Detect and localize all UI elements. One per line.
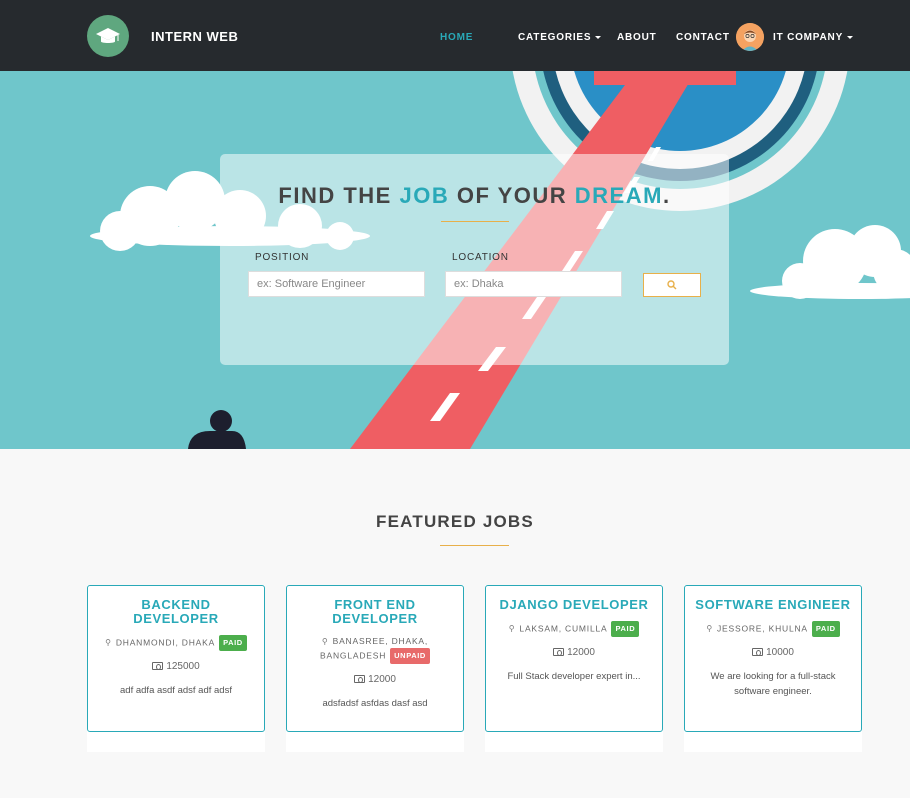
avatar[interactable] (736, 23, 764, 51)
graduation-cap-icon (96, 28, 120, 43)
money-icon (354, 675, 366, 684)
money-icon (553, 648, 565, 657)
featured-divider (440, 545, 509, 546)
job-location: ⚲ LAKSAM, CUMILLA PAID (486, 621, 662, 637)
position-label: POSITION (255, 252, 310, 263)
job-card-software-engineer[interactable]: SOFTWARE ENGINEER ⚲ JESSORE, KHULNA PAID 1… (684, 585, 862, 732)
job-title[interactable]: DJANGO DEVELOPER (486, 598, 662, 612)
map-marker-icon: ⚲ (706, 624, 713, 634)
job-card-backend-developer[interactable]: BACKEND DEVELOPER ⚲ DHANMONDI, DHAKA PAID … (87, 585, 265, 732)
hero-title: FIND THE JOB OF YOUR DREAM. (220, 183, 729, 209)
job-description: Full Stack developer expert in... (507, 671, 641, 682)
logo[interactable] (87, 15, 129, 57)
search-panel: FIND THE JOB OF YOUR DREAM. POSITION LOC… (220, 154, 729, 365)
map-marker-icon: ⚲ (105, 638, 112, 648)
nav-about[interactable]: ABOUT (617, 32, 657, 43)
job-salary-value: 125000 (166, 661, 200, 672)
nav-categories[interactable]: CATEGORIES (518, 32, 602, 43)
job-location-text: LAKSAM, CUMILLA (519, 623, 608, 634)
title-part2: OF YOUR (449, 183, 575, 208)
hero-section: FIND THE JOB OF YOUR DREAM. POSITION LOC… (0, 71, 910, 449)
job-salary: 12000 (486, 647, 662, 658)
status-badge: UNPAID (390, 648, 430, 664)
navbar: INTERN WEB HOME CATEGORIES ABOUT CONTACT… (0, 0, 910, 71)
status-badge: PAID (611, 621, 640, 637)
job-location: ⚲ DHANMONDI, DHAKA PAID (88, 635, 264, 651)
position-input[interactable] (248, 271, 425, 297)
map-marker-icon: ⚲ (321, 637, 329, 646)
job-salary: 10000 (685, 647, 861, 658)
title-highlight-dream: DREAM (574, 183, 663, 208)
job-title[interactable]: SOFTWARE ENGINEER (685, 598, 861, 612)
job-card-front-end-developer[interactable]: FRONT END DEVELOPER ⚲ BANASREE, DHAKA, BA… (286, 585, 464, 732)
location-label: LOCATION (452, 252, 509, 263)
location-input[interactable] (445, 271, 622, 297)
chevron-down-icon (595, 35, 602, 39)
brand-name[interactable]: INTERN WEB (151, 29, 238, 44)
job-salary: 125000 (88, 661, 264, 672)
job-location: ⚲ BANASREE, DHAKA, BANGLADESH UNPAID (287, 635, 463, 664)
job-salary-value: 10000 (766, 647, 794, 658)
nav-home[interactable]: HOME (440, 32, 473, 43)
account-label: IT COMPANY (773, 32, 844, 43)
map-marker-icon: ⚲ (508, 624, 516, 634)
money-icon (752, 648, 764, 657)
chevron-down-icon (847, 35, 854, 39)
user-avatar-icon (736, 23, 764, 51)
nav-categories-label: CATEGORIES (518, 32, 592, 43)
nav-account[interactable]: IT COMPANY (773, 32, 854, 43)
search-icon (667, 280, 677, 290)
job-description: adsfadsf asfdas dasf asd (322, 698, 428, 709)
job-description: We are looking for a full-stack software… (710, 671, 836, 697)
job-title[interactable]: FRONT END DEVELOPER (287, 598, 463, 626)
job-location: ⚲ JESSORE, KHULNA PAID (685, 621, 861, 637)
job-location-text: JESSORE, KHULNA (717, 623, 808, 634)
job-title[interactable]: BACKEND DEVELOPER (88, 598, 264, 626)
featured-jobs-title: FEATURED JOBS (376, 512, 534, 531)
status-badge: PAID (219, 635, 247, 651)
job-description: adf adfa asdf adsf adf adsf (120, 685, 232, 696)
job-salary-value: 12000 (368, 674, 396, 685)
search-button[interactable] (643, 273, 701, 297)
title-part1: FIND THE (278, 183, 400, 208)
status-badge: PAID (811, 621, 840, 637)
job-card-django-developer[interactable]: DJANGO DEVELOPER ⚲ LAKSAM, CUMILLA PAID 12… (485, 585, 663, 732)
nav-contact[interactable]: CONTACT (676, 32, 730, 43)
title-highlight-job: JOB (399, 183, 450, 208)
money-icon (152, 662, 164, 671)
job-salary: 12000 (287, 674, 463, 685)
title-part3: . (662, 183, 671, 208)
job-salary-value: 12000 (567, 647, 595, 658)
title-divider (441, 221, 509, 222)
job-location-text: DHANMONDI, DHAKA (115, 637, 216, 648)
